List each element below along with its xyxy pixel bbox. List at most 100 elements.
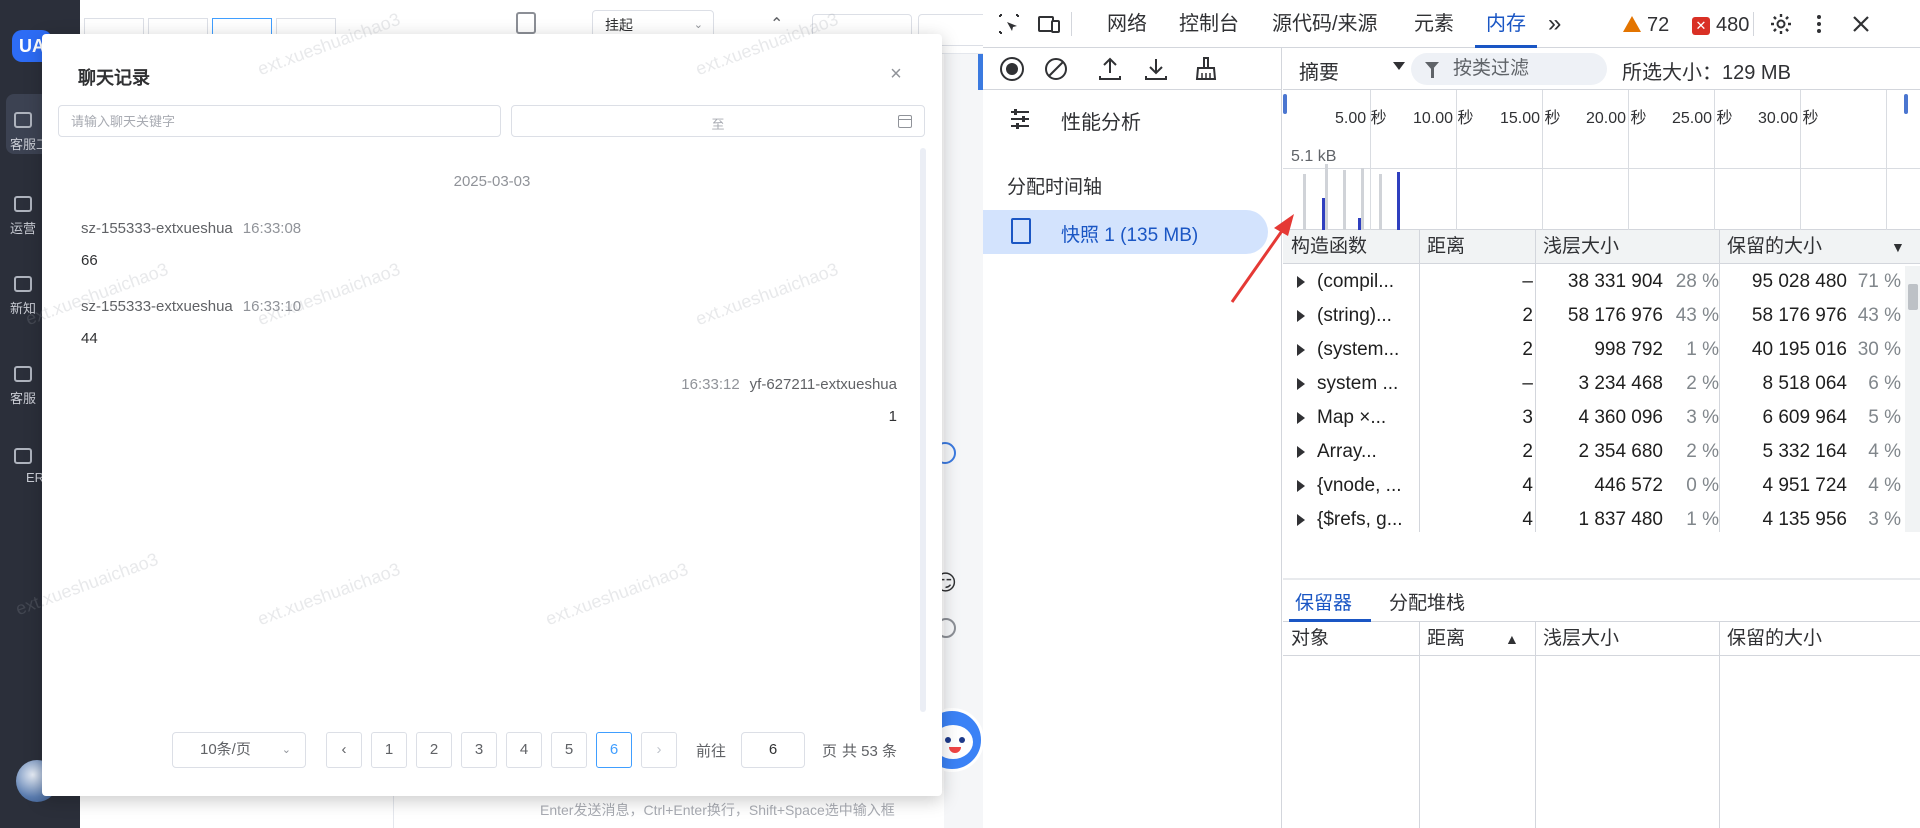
upload-icon[interactable] <box>1097 56 1123 82</box>
message-sender: yf-627211-extxueshua <box>749 376 897 393</box>
retained-size-value: 4 135 956 <box>1762 509 1847 530</box>
retained-size-value: 4 951 724 <box>1762 475 1847 496</box>
heap-row[interactable]: (compil... – 38 331 904 28 % 95 028 480 71 % <box>1283 264 1903 298</box>
column-divider <box>1535 622 1536 828</box>
tab-network[interactable]: 网络 <box>1107 0 1147 48</box>
chat-message-own: 16:33:12 yf-627211-extxueshua 1 <box>681 376 897 425</box>
goto-page-input[interactable]: 6 <box>741 732 805 768</box>
allocation-timeline[interactable]: 5.00 秒 10.00 秒 15.00 秒 20.00 秒 25.00 秒 3… <box>1283 90 1920 230</box>
gear-icon[interactable] <box>1769 12 1793 36</box>
timeline-tick-label: 25.00 秒 <box>1672 110 1733 127</box>
allocation-bar <box>1325 164 1328 230</box>
broom-icon[interactable] <box>1193 56 1219 82</box>
column-object[interactable]: 对象 <box>1283 622 1419 656</box>
distance-value: 2 <box>1522 305 1533 326</box>
chat-keyword-search-input[interactable] <box>58 105 501 137</box>
clipboard-icon[interactable] <box>516 12 536 34</box>
heap-filter-bar: 摘要 按类过滤 所选大小：129 MB <box>1283 48 1920 90</box>
column-constructor[interactable]: 构造函数 <box>1283 230 1419 264</box>
heap-row[interactable]: Array... 2 2 354 680 2 % 5 332 164 4 % <box>1283 434 1903 468</box>
timeline-baseline <box>1283 168 1920 169</box>
watermark: ext.xueshuaichao3 <box>22 258 171 330</box>
expand-caret-icon[interactable] <box>1297 480 1305 492</box>
tab-console[interactable]: 控制台 <box>1179 0 1239 48</box>
class-filter-placeholder: 按类过滤 <box>1453 58 1530 79</box>
allocation-bar <box>1303 174 1306 230</box>
next-page-button[interactable]: › <box>641 732 677 768</box>
errors-counter[interactable]: ✕ 480 <box>1692 14 1749 37</box>
tabbar-divider <box>1071 12 1072 36</box>
retained-size-value: 58 176 976 <box>1751 305 1847 326</box>
tab-sources[interactable]: 源代码/来源 <box>1272 0 1378 48</box>
page-button[interactable]: 2 <box>416 732 452 768</box>
record-icon[interactable] <box>999 56 1025 82</box>
expand-caret-icon[interactable] <box>1297 276 1305 288</box>
heap-row[interactable]: system ... – 3 234 468 2 % 8 518 064 6 % <box>1283 366 1903 400</box>
tab-allocation-stack[interactable]: 分配堆栈 <box>1389 588 1465 615</box>
heap-row[interactable]: (system... 2 998 792 1 % 40 195 016 30 % <box>1283 332 1903 366</box>
snapshot-label: 快照 1 (135 MB) <box>1061 225 1199 246</box>
heap-row[interactable]: {$refs, g... 4 1 837 480 1 % 4 135 956 3 % <box>1283 502 1903 532</box>
distance-value: – <box>1522 373 1533 394</box>
expand-caret-icon[interactable] <box>1297 378 1305 390</box>
expand-caret-icon[interactable] <box>1297 344 1305 356</box>
view-mode-select[interactable]: 摘要 <box>1299 56 1419 84</box>
expand-caret-icon[interactable] <box>1297 446 1305 458</box>
column-shallow-size[interactable]: 浅层大小 <box>1535 622 1719 656</box>
chevron-up-icon[interactable]: ⌃ <box>770 14 783 34</box>
chat-scrollbar[interactable] <box>920 148 926 712</box>
page-button-current[interactable]: 6 <box>596 732 632 768</box>
page-size-select[interactable]: 10条/页 ⌄ <box>172 732 306 768</box>
page-button[interactable]: 5 <box>551 732 587 768</box>
annotation-arrow-icon <box>1230 214 1294 303</box>
class-filter-input[interactable]: 按类过滤 <box>1411 53 1607 85</box>
retained-size-percent: 43 % <box>1857 305 1901 326</box>
column-retained-size[interactable]: 保留的大小 <box>1719 622 1920 656</box>
tab-retainers[interactable]: 保留器 <box>1295 588 1352 615</box>
profiling-section-label[interactable]: 性能分析 <box>1061 106 1141 135</box>
warnings-counter[interactable]: 72 <box>1623 14 1669 37</box>
close-devtools-icon[interactable] <box>1849 12 1873 36</box>
page-button[interactable]: 3 <box>461 732 497 768</box>
total-count: 共 53 条 <box>842 743 898 760</box>
tab-elements[interactable]: 元素 <box>1414 0 1454 48</box>
heap-row[interactable]: Map ×... 3 4 360 096 3 % 6 609 964 5 % <box>1283 400 1903 434</box>
timeline-gridline <box>1886 90 1887 230</box>
chevron-down-icon: ⌄ <box>281 744 291 756</box>
column-shallow-size[interactable]: 浅层大小 <box>1535 230 1719 264</box>
clear-icon[interactable] <box>1043 56 1069 82</box>
heap-row[interactable]: (string)... 2 58 176 976 43 % 58 176 976 43 % <box>1283 298 1903 332</box>
more-tabs-icon[interactable]: » <box>1548 0 1561 48</box>
heap-row[interactable]: {vnode, ... 4 446 572 0 % 4 951 724 4 % <box>1283 468 1903 502</box>
snapshot-item[interactable]: 快照 1 (135 MB) <box>983 210 1268 254</box>
retained-size-value: 6 609 964 <box>1762 407 1847 428</box>
tab-memory[interactable]: 内存 <box>1486 0 1526 48</box>
heap-table-scrollbar[interactable] <box>1905 266 1920 532</box>
retained-size-value: 8 518 064 <box>1762 373 1847 394</box>
download-icon[interactable] <box>1143 56 1169 82</box>
scrollbar-thumb[interactable] <box>1908 284 1918 310</box>
page-button[interactable]: 4 <box>506 732 542 768</box>
heap-snapshot-view: 摘要 按类过滤 所选大小：129 MB 5.00 秒 10.00 秒 15.00… <box>1283 48 1920 828</box>
watermark: ext.xueshuaichao3 <box>254 258 403 330</box>
allocation-timeline-label[interactable]: 分配时间轴 <box>1007 172 1102 199</box>
memory-sidebar: 性能分析 分配时间轴 快照 1 (135 MB) <box>983 48 1282 828</box>
column-retained-size[interactable]: 保留的大小 ▼ <box>1719 230 1920 264</box>
device-toolbar-icon[interactable] <box>1037 12 1061 36</box>
column-distance[interactable]: 距离 <box>1419 230 1535 264</box>
expand-caret-icon[interactable] <box>1297 514 1305 526</box>
constructor-name: (string)... <box>1317 305 1392 326</box>
column-distance[interactable]: 距离 ▲ <box>1419 622 1535 656</box>
inspect-element-icon[interactable] <box>997 12 1021 36</box>
message-time: 16:33:08 <box>242 220 302 237</box>
timeline-range-handle-right[interactable] <box>1904 94 1908 114</box>
timeline-range-handle-left[interactable] <box>1283 94 1287 114</box>
close-icon[interactable]: × <box>884 62 908 86</box>
expand-caret-icon[interactable] <box>1297 412 1305 424</box>
prev-page-button[interactable]: ‹ <box>326 732 362 768</box>
error-icon: ✕ <box>1692 17 1710 35</box>
more-options-icon[interactable] <box>1807 12 1831 36</box>
expand-caret-icon[interactable] <box>1297 310 1305 322</box>
page-button[interactable]: 1 <box>371 732 407 768</box>
date-range-picker[interactable]: 至 <box>511 105 925 137</box>
